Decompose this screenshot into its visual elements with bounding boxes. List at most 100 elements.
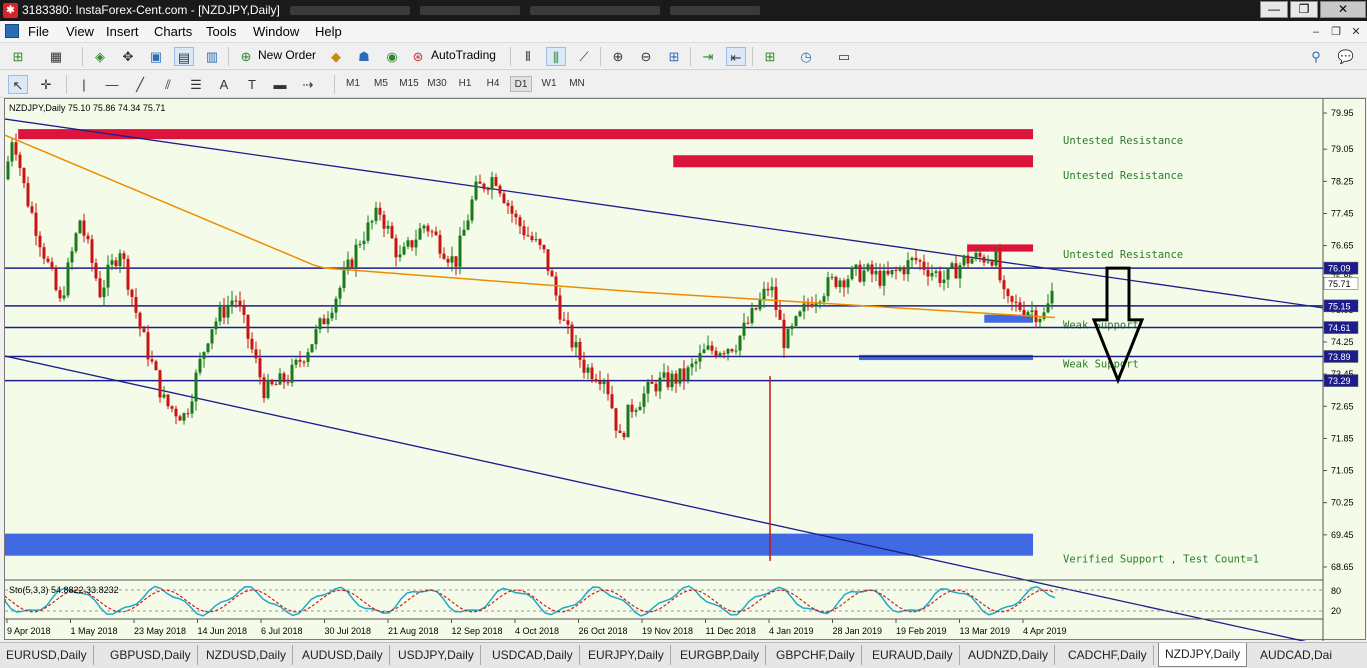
zoom-in-icon[interactable]: ⊕	[608, 47, 628, 66]
tab-usdcad[interactable]: USDCAD,Daily	[486, 645, 580, 665]
menu-tools[interactable]: Tools	[206, 24, 236, 39]
tab-audnzd[interactable]: AUDNZD,Daily	[962, 645, 1056, 665]
community-icon[interactable]: ☗	[354, 47, 374, 66]
zoom-out-icon[interactable]: ⊖	[636, 47, 656, 66]
candle-body	[102, 287, 106, 298]
indicators-icon[interactable]: ⊞	[760, 47, 780, 66]
crosshair-icon[interactable]: ✛	[36, 75, 56, 94]
close-button[interactable]: ✕	[1320, 1, 1366, 18]
candle-body	[414, 239, 418, 248]
candle-body	[34, 212, 38, 236]
data-window-icon[interactable]: ✥	[118, 47, 138, 66]
arrows-icon[interactable]: ⇢	[298, 75, 318, 94]
timeframe-h4[interactable]: H4	[482, 76, 504, 92]
chart-shift-icon[interactable]: ⇤	[726, 47, 746, 66]
profiles-icon[interactable]: ▦	[46, 47, 66, 66]
autoscroll-icon[interactable]: ⇥	[698, 47, 718, 66]
mdi-minimize-icon[interactable]: –	[1308, 24, 1324, 40]
tab-audcad[interactable]: AUDCAD,Dai	[1254, 645, 1338, 665]
candle-body	[762, 288, 766, 300]
tab-eurgbp[interactable]: EURGBP,Daily	[674, 645, 767, 665]
tab-audusd[interactable]: AUDUSD,Daily	[296, 645, 390, 665]
tab-eurjpy[interactable]: EURJPY,Daily	[582, 645, 671, 665]
candle-body	[378, 207, 382, 215]
chart-window[interactable]: Untested Resistance Untested Resistance Un…	[4, 98, 1367, 641]
signals-icon[interactable]: ◉	[382, 47, 402, 66]
search-icon[interactable]: ⚲	[1306, 47, 1326, 66]
chat-icon[interactable]: 💬	[1336, 47, 1356, 66]
timeframe-m15[interactable]: M15	[398, 76, 420, 92]
text-label-icon[interactable]: T	[242, 75, 262, 94]
candle-body	[210, 329, 214, 344]
menu-window[interactable]: Window	[253, 24, 299, 39]
cursor-icon[interactable]: ↖	[8, 75, 28, 94]
candle-body	[342, 270, 346, 288]
new-order-icon[interactable]: ⊕	[236, 47, 256, 66]
autotrading-icon[interactable]: ⊛	[408, 47, 428, 66]
text-icon[interactable]: A	[214, 75, 234, 94]
templates-icon[interactable]: ▭	[834, 47, 854, 66]
tab-nzdjpy[interactable]: NZDJPY,Daily	[1158, 643, 1248, 667]
timeframe-w1[interactable]: W1	[538, 76, 560, 92]
candle-body	[882, 270, 886, 286]
timeframe-m1[interactable]: M1	[342, 76, 364, 92]
channel-icon[interactable]: ⫽	[158, 75, 178, 94]
price-chart[interactable]: Untested Resistance Untested Resistance Un…	[5, 99, 1367, 641]
candle-body	[6, 161, 10, 180]
market-watch-icon[interactable]: ◈	[90, 47, 110, 66]
candle-body	[498, 185, 502, 194]
tab-euraud[interactable]: EURAUD,Daily	[866, 645, 960, 665]
timeframe-mn[interactable]: MN	[566, 76, 588, 92]
new-order-button[interactable]: New Order	[258, 48, 316, 62]
line-chart-icon[interactable]: ⟋	[574, 47, 594, 66]
candle-body	[142, 328, 146, 333]
menu-charts[interactable]: Charts	[154, 24, 192, 39]
mdi-restore-icon[interactable]: ❐	[1328, 24, 1344, 40]
x-tick-label: 1 May 2018	[71, 626, 118, 636]
candle-body	[950, 263, 954, 269]
candle-body	[198, 358, 202, 373]
candle-body	[422, 225, 426, 229]
tile-windows-icon[interactable]: ⊞	[664, 47, 684, 66]
fibonacci-icon[interactable]: ☰	[186, 75, 206, 94]
trendline-icon[interactable]: ╱	[130, 75, 150, 94]
timeframe-m5[interactable]: M5	[370, 76, 392, 92]
tab-usdjpy[interactable]: USDJPY,Daily	[392, 645, 481, 665]
new-chart-icon[interactable]: ⊞	[8, 47, 28, 66]
candlestick-icon[interactable]: ⫼	[546, 47, 566, 66]
restore-button[interactable]: ❐	[1290, 1, 1318, 18]
candle-body	[202, 351, 206, 359]
metaeditor-icon[interactable]: ◆	[326, 47, 346, 66]
menu-help[interactable]: Help	[315, 24, 342, 39]
rectangle-icon[interactable]: ▬	[270, 75, 290, 94]
menu-view[interactable]: View	[66, 24, 94, 39]
bar-chart-icon[interactable]: ⫴	[518, 47, 538, 66]
terminal-icon[interactable]: ▤	[174, 47, 194, 66]
tab-eurusd[interactable]: EURUSD,Daily	[0, 645, 94, 665]
tab-gbpchf[interactable]: GBPCHF,Daily	[770, 645, 862, 665]
candle-body	[482, 183, 486, 190]
timeframe-d1[interactable]: D1	[510, 76, 532, 92]
minimize-button[interactable]: —	[1260, 1, 1288, 18]
tab-gbpusd[interactable]: GBPUSD,Daily	[104, 645, 198, 665]
timeframe-h1[interactable]: H1	[454, 76, 476, 92]
horizontal-line-icon[interactable]: —	[102, 75, 122, 94]
timeframe-m30[interactable]: M30	[426, 76, 448, 92]
candle-body	[710, 345, 714, 351]
candle-body	[506, 202, 510, 206]
candle-body	[302, 361, 306, 363]
navigator-icon[interactable]: ▣	[146, 47, 166, 66]
menu-insert[interactable]: Insert	[106, 24, 139, 39]
tab-nzdusd[interactable]: NZDUSD,Daily	[200, 645, 294, 665]
tab-cadchf[interactable]: CADCHF,Daily	[1062, 645, 1154, 665]
candle-body	[1006, 289, 1010, 297]
mdi-close-icon[interactable]: ✕	[1348, 24, 1364, 40]
candle-body	[122, 253, 126, 259]
candle-body	[518, 217, 522, 227]
vertical-line-icon[interactable]: |	[74, 75, 94, 94]
strategy-tester-icon[interactable]: ▥	[202, 47, 222, 66]
periods-icon[interactable]: ◷	[796, 47, 816, 66]
autotrading-button[interactable]: AutoTrading	[431, 48, 496, 62]
menu-file[interactable]: File	[28, 24, 49, 39]
candle-body	[54, 268, 58, 291]
